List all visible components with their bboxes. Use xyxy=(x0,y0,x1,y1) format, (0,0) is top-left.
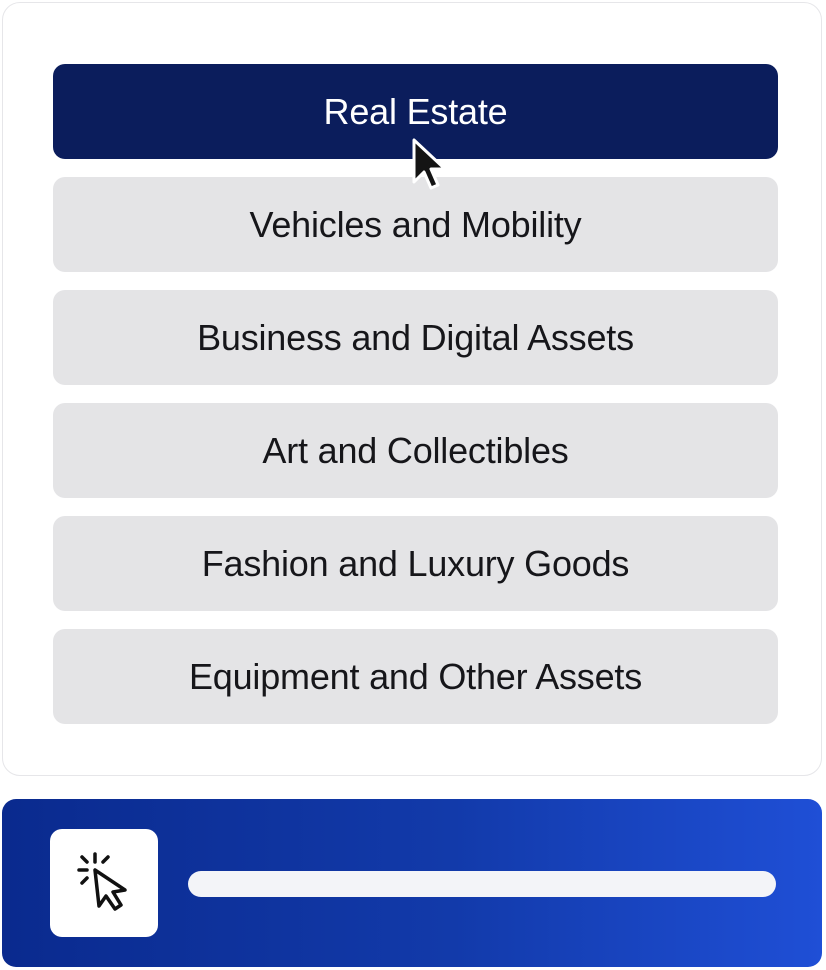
option-label: Vehicles and Mobility xyxy=(249,203,582,245)
progress-bar xyxy=(188,871,776,897)
click-icon xyxy=(77,852,127,911)
option-equipment-and-other-assets[interactable]: Equipment and Other Assets xyxy=(53,629,778,724)
option-label: Fashion and Luxury Goods xyxy=(201,542,630,584)
category-card: Real Estate Vehicles and Mobility Busine… xyxy=(2,2,822,776)
action-bar xyxy=(2,799,822,967)
mouse-pointer-icon xyxy=(412,138,447,190)
option-label: Art and Collectibles xyxy=(262,429,569,471)
option-art-and-collectibles[interactable]: Art and Collectibles xyxy=(53,403,778,498)
option-fashion-and-luxury-goods[interactable]: Fashion and Luxury Goods xyxy=(53,516,778,611)
option-label: Business and Digital Assets xyxy=(197,316,634,358)
option-business-and-digital-assets[interactable]: Business and Digital Assets xyxy=(53,290,778,385)
option-label: Equipment and Other Assets xyxy=(188,655,643,697)
option-label: Real Estate xyxy=(323,90,508,132)
click-button[interactable] xyxy=(50,829,158,937)
